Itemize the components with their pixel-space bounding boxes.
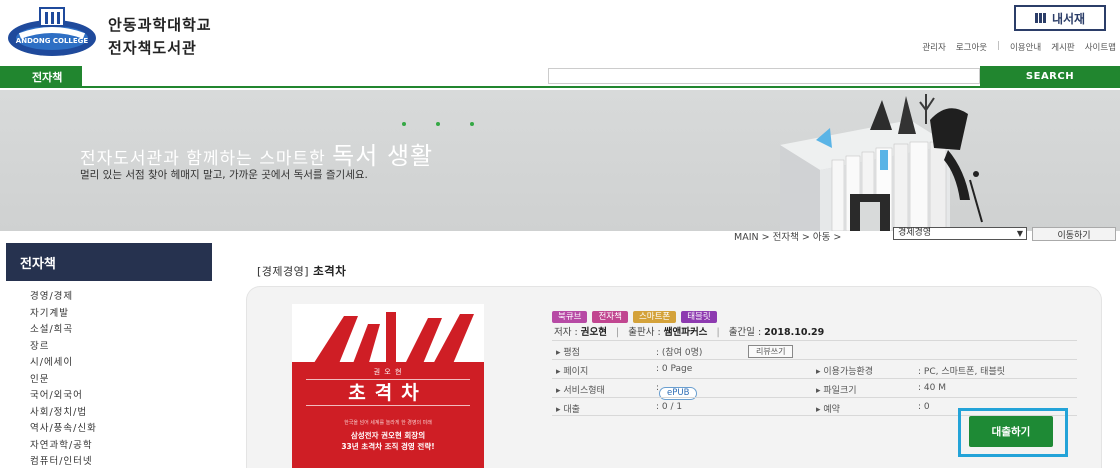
borrow-button[interactable]: 대출하기: [969, 416, 1053, 447]
svg-text:ANDONG COLLEGE: ANDONG COLLEGE: [16, 37, 89, 45]
guide-link[interactable]: 이용안내: [1010, 41, 1041, 53]
library-name[interactable]: 전자책도서관: [108, 37, 197, 58]
top-links: 관리자 로그아웃 | 이용안내 게시판 사이트맵: [922, 41, 1116, 53]
sidebar-item-self-help[interactable]: 자기계발: [30, 306, 97, 323]
filesize-value: : 40 M: [918, 383, 946, 393]
logout-link[interactable]: 로그아웃: [956, 41, 987, 53]
go-button[interactable]: 이동하기: [1032, 227, 1116, 241]
banner-subtitle: 멀리 있는 서점 찾아 헤매지 말고, 가까운 곳에서 독서를 즐기세요.: [80, 169, 368, 181]
cover-tagline-2: 33년 초격차 조직 경영 전략!: [341, 442, 435, 451]
reserve-value: : 0: [918, 402, 930, 412]
pages-value: : 0 Page: [656, 364, 693, 374]
badge-smartphone: 스마트폰: [632, 311, 677, 323]
badge-tablet: 태블릿: [681, 311, 717, 323]
book-title: 초격차: [313, 264, 347, 278]
info-row-service: ▸ 서비스형태 : ePUB ▸ 파일크기 : 40 M: [552, 378, 1077, 400]
nav-bar: 전자책 SEARCH: [0, 66, 1120, 88]
sidebar-item-fiction[interactable]: 소설/희곡: [30, 322, 97, 339]
rating-value: : (참여 0명): [656, 348, 703, 358]
chevron-down-icon: ▼: [1016, 229, 1023, 238]
sidebar-item-poetry-essay[interactable]: 시/에세이: [30, 355, 97, 372]
sidebar-item-society[interactable]: 사회/정치/법: [30, 405, 97, 422]
breadcrumb: MAIN > 전자책 > 아동 >: [734, 232, 842, 243]
sidebar-item-science[interactable]: 자연과학/공학: [30, 438, 97, 455]
tab-ebook[interactable]: 전자책: [0, 66, 82, 88]
cover-fine-print: 한국을 넘어 세계를 놀라게 한 경영의 미래: [344, 420, 432, 426]
site-header: ANDONG COLLEGE 안동과학대학교 전자책도서관 내서재 관리자 로그…: [0, 0, 1120, 64]
my-shelf-button[interactable]: 내서재: [1014, 5, 1106, 31]
sidebar-heading: 전자책: [6, 243, 212, 281]
rating-label: ▸ 평점: [556, 348, 580, 358]
university-logo[interactable]: ANDONG COLLEGE: [6, 6, 98, 58]
book-info-table: ▸ 평점 : (참여 0명) 리뷰쓰기 ▸ 페이지 : 0 Page ▸ 이용가…: [552, 340, 1077, 416]
cover-author: 권 오 현: [373, 368, 403, 376]
badge-bookcube: 북큐브: [552, 311, 588, 323]
format-badges: 북큐브 전자책 스마트폰 태블릿: [552, 311, 717, 323]
banner-title: 전자도서관과 함께하는 스마트한 독서 생활: [80, 142, 434, 170]
banner-dots: [402, 122, 474, 126]
books-illustration: [780, 94, 983, 231]
sidebar-category-list: 경영/경제 자기계발 소설/희곡 장르 시/에세이 인문 국어/외국어 사회/정…: [30, 289, 97, 468]
cover-tagline-1: 삼성전자 권오현 회장의: [350, 431, 426, 440]
publication-date: 2018.10.29: [764, 327, 825, 338]
sidebar-item-computer[interactable]: 컴퓨터/인터넷: [30, 454, 97, 468]
my-shelf-label: 내서재: [1051, 11, 1086, 26]
sidebar-item-humanities[interactable]: 인문: [30, 372, 97, 389]
sitemap-link[interactable]: 사이트맵: [1085, 41, 1116, 53]
badge-ebook: 전자책: [592, 311, 628, 323]
category-select[interactable]: 경제경영 ▼: [893, 227, 1027, 240]
write-review-button[interactable]: 리뷰쓰기: [748, 345, 794, 358]
book-cover: 권 오 현 초격차 한국을 넘어 세계를 놀라게 한 경영의 미래 삼성전자 권…: [292, 304, 484, 468]
cover-title: 초격차: [348, 382, 428, 404]
promo-banner: 전자도서관과 함께하는 스마트한 독서 생활 멀리 있는 서점 찾아 헤매지 말…: [0, 90, 1120, 231]
university-name[interactable]: 안동과학대학교: [108, 14, 212, 35]
publisher-name: 쌤앤파커스: [663, 327, 708, 338]
bookshelf-icon: [1034, 13, 1046, 23]
env-value: : PC, 스마트폰, 태블릿: [918, 367, 1006, 377]
category-select-value: 경제경영: [898, 228, 932, 238]
author-name: 권오현: [580, 327, 607, 338]
sidebar-item-languages[interactable]: 국어/외국어: [30, 388, 97, 405]
page-title: [경제경영] 초격차: [257, 263, 346, 279]
link-separator: |: [997, 41, 1000, 51]
search-input[interactable]: [548, 68, 980, 84]
book-meta: 저자 : 권오현 | 출판사 : 쌤앤파커스 | 출간일 : 2018.10.2…: [554, 327, 825, 338]
info-row-rating: ▸ 평점 : (참여 0명) 리뷰쓰기: [552, 340, 1077, 359]
sidebar-item-history[interactable]: 역사/풍속/신화: [30, 421, 97, 438]
board-link[interactable]: 게시판: [1051, 41, 1074, 53]
search-button[interactable]: SEARCH: [980, 66, 1120, 86]
book-category: [경제경영]: [257, 265, 310, 278]
info-row-pages: ▸ 페이지 : 0 Page ▸ 이용가능환경 : PC, 스마트폰, 태블릿: [552, 359, 1077, 378]
sidebar-item-business[interactable]: 경영/경제: [30, 289, 97, 306]
sidebar-item-genre[interactable]: 장르: [30, 339, 97, 356]
admin-link[interactable]: 관리자: [922, 41, 945, 53]
loan-value: : 0 / 1: [656, 402, 683, 412]
